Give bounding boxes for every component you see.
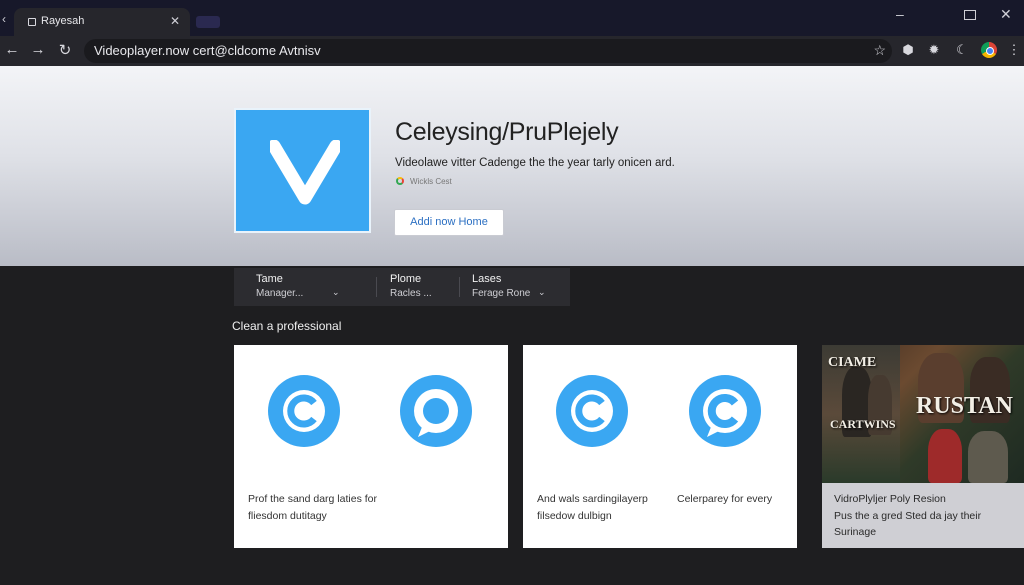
url-text[interactable]: Videoplayer.now cert@cldcome Avtnisv [94, 43, 321, 58]
app-logo [234, 108, 371, 233]
poster-caption-title: VidroPlyljer Poly Resion [834, 493, 946, 505]
poster-title-main: RUSTAN [916, 393, 1013, 419]
poster-figure [968, 431, 1008, 483]
tab-strip: ‹ Rayesah ✕ – ✕ [0, 0, 1024, 36]
add-button[interactable]: Addi now Home [394, 209, 504, 236]
tab-close-icon[interactable]: ✕ [170, 14, 180, 28]
back-icon[interactable]: ← [4, 41, 20, 58]
card-caption: Prof the sand darg laties for fliesdom d… [248, 493, 377, 522]
poster-figure [928, 429, 962, 483]
movie-poster-image: CIAME RUSTAN CARTWINS [822, 345, 1024, 483]
address-bar[interactable]: Videoplayer.now cert@cldcome Avtnisv ☆ [84, 39, 892, 63]
settings-icon[interactable]: ✹ [926, 42, 942, 58]
minimize-icon[interactable]: – [896, 6, 904, 22]
chat-c-icon [268, 375, 340, 447]
tab-favicon-icon [28, 18, 36, 26]
poster-title-low: CARTWINS [830, 417, 896, 431]
info-item-lases[interactable]: Lases Ferage Rone [472, 273, 530, 299]
poster-caption-body: Pus the a gred Sted da jay their Surinag… [834, 510, 982, 538]
app-header: Celeysing/PruPlejely Videolawe vitter Ca… [0, 66, 1024, 266]
app-byline: Wickls Cest [410, 177, 452, 186]
poster-card[interactable]: CIAME RUSTAN CARTWINS VidroPlyljer Poly … [822, 345, 1024, 548]
info-value: Manager... [256, 288, 304, 299]
browser-tab[interactable]: Rayesah ✕ [14, 8, 190, 36]
divider [459, 277, 460, 297]
forward-icon[interactable]: → [30, 41, 46, 58]
chrome-icon[interactable] [981, 42, 997, 58]
info-label: Lases [472, 273, 502, 285]
chat-c-icon [689, 375, 761, 447]
divider [376, 277, 377, 297]
maximize-icon[interactable] [964, 10, 976, 20]
v-logo-icon [270, 140, 340, 205]
info-label: Tame [256, 273, 283, 285]
info-value: Ferage Rone [472, 288, 531, 299]
info-label: Plome [390, 273, 422, 285]
card-caption: And wals sardingilayerp filsedow dulbign [537, 493, 648, 522]
extension-icon[interactable]: ⬢ [900, 42, 916, 58]
google-icon [396, 177, 404, 185]
info-value: Racles ... [390, 288, 432, 299]
chat-o-icon [400, 375, 472, 447]
chat-c-icon [556, 375, 628, 447]
star-icon[interactable]: ☆ [873, 42, 886, 59]
screenshot-card[interactable]: And wals sardingilayerp filsedow dulbign… [523, 345, 797, 548]
info-item-plome[interactable]: Plome Racles ... [390, 273, 432, 299]
app-description: Videolawe vitter Cadenge the the year ta… [395, 157, 675, 169]
browser-toolbar: ← → ↻ Videoplayer.now cert@cldcome Avtni… [0, 36, 1024, 66]
window-close-icon[interactable]: ✕ [1000, 6, 1012, 23]
tab-scroll-back-icon[interactable]: ‹ [2, 12, 12, 26]
chevron-down-icon[interactable]: ⌄ [538, 287, 546, 298]
info-bar: Tame Manager... ⌄ Plome Racles ... Lases… [234, 268, 570, 306]
reload-icon[interactable]: ↻ [57, 41, 73, 59]
section-title: Clean a professional [232, 319, 342, 333]
moon-icon[interactable]: ☾ [954, 42, 970, 58]
tab-title: Rayesah [41, 15, 85, 27]
poster-title-top: CIAME [828, 355, 877, 370]
app-title: Celeysing/PruPlejely [395, 118, 619, 146]
menu-icon[interactable]: ⋮ [1006, 42, 1022, 58]
card-caption: Celerparey for every [677, 493, 773, 505]
chevron-down-icon[interactable]: ⌄ [332, 287, 340, 298]
info-item-tame[interactable]: Tame Manager... [256, 273, 303, 299]
screenshot-card[interactable]: Prof the sand darg laties for fliesdom d… [234, 345, 508, 548]
new-tab-button[interactable] [196, 16, 220, 28]
